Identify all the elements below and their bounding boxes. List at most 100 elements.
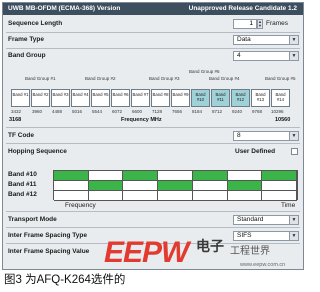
band-10-label: Band #10 [195,92,206,102]
band-group-value: 4 [237,52,241,59]
user-defined-label: User Defined [235,148,276,155]
band-14-box[interactable]: Band #14 [271,89,290,107]
frame-type-select[interactable]: Data ▼ [233,35,299,45]
figure-caption: 图3 为AFQ-K264选件的 [4,274,126,286]
hop-cell[interactable] [192,181,228,191]
hop-cell[interactable] [192,171,228,181]
band-6-freq: 6072 [112,109,123,114]
band-group-4-label: Band Group #4 [209,76,240,81]
band-4-freq: 5016 [72,109,83,114]
band-8-label: Band #8 [152,92,169,97]
sequence-length-input[interactable]: 1 [233,19,257,29]
band-8-freq: 7128 [152,109,163,114]
band-5-box[interactable]: Band #5 [91,89,110,107]
uwb-config-panel: UWB MB-OFDM (ECMA-368) Version Unapprove… [2,2,304,270]
hop-cell[interactable] [123,181,159,191]
band-1-box[interactable]: Band #1 [11,89,30,107]
band-3-box[interactable]: Band #3 [51,89,70,107]
band-5-label: Band #5 [92,92,109,97]
band-11-box[interactable]: Band #11 [211,89,230,107]
watermark-cn-1: 电子 [196,238,224,254]
band-14-freq: 10296 [271,109,284,114]
band-11-label: Band #11 [215,92,226,102]
band-13-freq: 9768 [252,109,263,114]
hop-axis-x-label: Time [281,202,296,209]
freq-axis-label: Frequency MHz [121,117,162,123]
band-8-box[interactable]: Band #8 [151,89,170,107]
hop-cell[interactable] [54,181,89,191]
hop-cell[interactable] [54,191,89,201]
freq-end: 10560 [275,117,291,123]
band-2-box[interactable]: Band #2 [31,89,50,107]
band-13-label: Band #13 [255,92,266,102]
frame-type-value: Data [237,36,251,43]
band-4-label: Band #4 [72,92,89,97]
band-1-freq: 3432 [11,109,22,114]
band-2-label: Band #2 [32,92,49,97]
sequence-length-unit: Frames [266,20,289,27]
hop-cell[interactable] [192,191,228,201]
band-14-label: Band #14 [275,92,286,102]
band-7-box[interactable]: Band #7 [131,89,150,107]
band-10-box[interactable]: Band #10 [191,89,210,107]
watermark-url: www.eepw.com.cn [240,262,286,268]
hop-cell[interactable] [158,191,193,201]
hopping-sequence-label: Hopping Sequence [8,148,67,155]
band-9-label: Band #9 [172,92,189,97]
ifs-type-label: Inter Frame Spacing Type [8,232,87,239]
chevron-down-icon: ▼ [289,232,298,240]
chevron-down-icon: ▼ [289,36,298,44]
band-2-freq: 3960 [32,109,43,114]
hop-cell[interactable] [262,171,297,181]
user-defined-checkbox[interactable] [291,148,298,155]
transport-mode-label: Transport Mode [8,216,57,223]
band-3-label: Band #3 [52,92,69,97]
tf-code-value: 8 [237,132,241,139]
hop-axis-y-label: Frequency [65,202,96,209]
band-7-freq: 6600 [132,109,143,114]
hop-cell[interactable] [227,181,263,191]
frame-type-label: Frame Type [8,36,45,43]
hop-cell[interactable] [54,171,89,181]
window-title: UWB MB-OFDM (ECMA-368) Version [8,5,121,12]
hop-cell[interactable] [158,171,193,181]
band-9-freq: 7656 [172,109,183,114]
ifs-type-select[interactable]: SIFS ▼ [233,231,299,241]
chevron-down-icon: ▼ [289,52,298,60]
chevron-down-icon: ▼ [289,216,298,224]
ifs-type-value: SIFS [237,232,252,239]
band-group-5-label: Band Group #5 [265,76,296,81]
band-12-box[interactable]: Band #12 [231,89,250,107]
hop-cell[interactable] [88,191,124,201]
band-3-freq: 4488 [52,109,63,114]
band-group-2-label: Band Group #2 [85,76,116,81]
band-12-label: Band #12 [235,92,246,102]
transport-mode-value: Standard [237,216,264,223]
band-group-3-label: Band Group #3 [149,76,180,81]
band-group-select[interactable]: 4 ▼ [233,51,299,61]
sequence-length-label: Sequence Length [8,20,63,27]
tf-code-label: TF Code [8,132,34,139]
band-9-box[interactable]: Band #9 [171,89,190,107]
hop-cell[interactable] [262,181,297,191]
hop-cell[interactable] [123,191,159,201]
hop-cell[interactable] [262,191,297,201]
hop-cell[interactable] [88,181,124,191]
watermark-cn-2: 工程世界 [230,246,270,257]
divider [6,227,300,228]
sequence-length-stepper[interactable]: ▲ ▼ [257,19,263,29]
ifs-value-label: Inter Frame Spacing Value [8,248,90,255]
hop-cell[interactable] [227,191,263,201]
hop-cell[interactable] [227,171,263,181]
band-4-box[interactable]: Band #4 [71,89,90,107]
hop-cell[interactable] [158,181,193,191]
band-6-box[interactable]: Band #6 [111,89,130,107]
transport-mode-select[interactable]: Standard ▼ [233,215,299,225]
hop-cell[interactable] [123,171,159,181]
hop-cell[interactable] [88,171,124,181]
band-12-freq: 9240 [232,109,243,114]
hopping-grid[interactable] [53,170,298,201]
hop-row-3-label: Band #12 [8,191,37,198]
tf-code-select[interactable]: 8 ▼ [233,131,299,141]
band-13-box[interactable]: Band #13 [251,89,270,107]
